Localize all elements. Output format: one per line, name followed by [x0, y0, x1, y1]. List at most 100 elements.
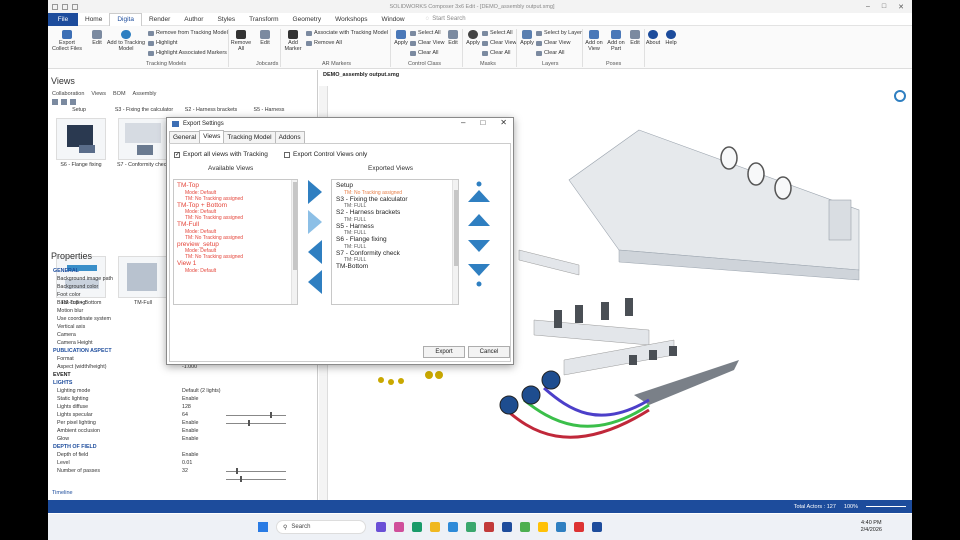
file-explorer-icon[interactable]: [430, 522, 440, 532]
select-by-layer-button[interactable]: Select by Layer: [536, 30, 582, 36]
checkbox-box[interactable]: [284, 151, 290, 158]
tab-home[interactable]: Home: [78, 13, 109, 26]
associate-tracking-button[interactable]: Associate with Tracking Model: [306, 30, 388, 36]
taskbar-search[interactable]: ⚲ Search: [276, 520, 366, 534]
start-search[interactable]: ◌ Start Search: [426, 16, 466, 22]
property-value[interactable]: Default (2 lights): [182, 388, 221, 394]
zoom-slider[interactable]: [866, 506, 906, 507]
move-bottom-dot[interactable]: [476, 281, 482, 287]
add-on-part-button[interactable]: Add on Part: [606, 30, 626, 52]
move-top-dot[interactable]: [476, 181, 482, 187]
available-scrollbar[interactable]: [291, 180, 297, 304]
available-view-item[interactable]: TM-Top: [177, 182, 294, 190]
slider-handle[interactable]: [248, 420, 250, 426]
property-value[interactable]: Enable: [182, 396, 199, 402]
skype-icon[interactable]: [556, 522, 566, 532]
scroll-thumb[interactable]: [293, 182, 297, 270]
property-slider[interactable]: [226, 476, 286, 482]
composer-player-icon[interactable]: [592, 522, 602, 532]
composer-icon[interactable]: [574, 522, 584, 532]
tab-transform[interactable]: Transform: [242, 13, 285, 26]
layers-apply-button[interactable]: Apply: [518, 30, 536, 46]
cc-clear-all-button[interactable]: Clear All: [410, 50, 438, 56]
export-collect-button[interactable]: Export Collect Files: [50, 30, 84, 52]
masks-clear-all-button[interactable]: Clear All: [482, 50, 510, 56]
minimize-icon[interactable]: –: [461, 118, 465, 127]
outlook-icon[interactable]: [448, 522, 458, 532]
property-section[interactable]: PUBLICATION ASPECT: [53, 348, 112, 354]
property-section[interactable]: GENERAL: [53, 268, 79, 274]
jobcards-edit-button[interactable]: Edit: [256, 30, 274, 46]
property-value[interactable]: Enable: [182, 428, 199, 434]
move-all-left-icon[interactable]: [308, 270, 322, 294]
exported-view-item[interactable]: S7 - Conformity check: [336, 250, 454, 258]
property-value[interactable]: Enable: [182, 436, 199, 442]
property-slider[interactable]: [226, 412, 286, 418]
word-icon[interactable]: [502, 522, 512, 532]
slider-handle[interactable]: [240, 476, 242, 482]
export-all-checkbox[interactable]: ✓ Export all views with Tracking: [174, 151, 268, 158]
move-down-icon[interactable]: [468, 240, 490, 252]
slider-handle[interactable]: [236, 468, 238, 474]
timeline-tab[interactable]: Timeline: [52, 490, 73, 496]
exported-view-item[interactable]: Setup: [336, 182, 454, 190]
view-thumbnail[interactable]: S5 - Harness: [247, 105, 291, 113]
move-top-icon[interactable]: [468, 190, 490, 202]
checkbox-box[interactable]: ✓: [174, 151, 180, 158]
layers-clear-view-button[interactable]: Clear View: [536, 40, 571, 46]
maximize-icon[interactable]: □: [480, 118, 485, 127]
tab-author[interactable]: Author: [177, 13, 210, 26]
tab-collaboration[interactable]: Collaboration: [52, 91, 84, 97]
available-view-item[interactable]: View 1: [177, 260, 294, 268]
tab-render[interactable]: Render: [142, 13, 177, 26]
tab-bom[interactable]: BOM: [113, 91, 126, 97]
move-bottom-icon[interactable]: [468, 264, 490, 276]
control-class-apply-button[interactable]: Apply: [392, 30, 410, 46]
cc-edit-button[interactable]: Edit: [446, 30, 460, 46]
tab-assembly[interactable]: Assembly: [133, 91, 157, 97]
property-value[interactable]: 0.01: [182, 460, 192, 466]
close-icon[interactable]: ✕: [500, 118, 507, 127]
edge-icon[interactable]: [412, 522, 422, 532]
property-value[interactable]: 32: [182, 468, 188, 474]
minimize-icon[interactable]: –: [866, 3, 870, 11]
jobcards-remove-all-button[interactable]: Remove All: [230, 30, 252, 52]
store-icon[interactable]: [466, 522, 476, 532]
scroll-thumb[interactable]: [454, 190, 458, 266]
exported-view-item[interactable]: TM-Bottom: [336, 263, 454, 271]
exported-views-list[interactable]: Setup TM: No Tracking assigned S3 - Fixing…: [331, 179, 459, 305]
quick-access-toolbar[interactable]: [52, 3, 78, 10]
masks-clear-view-button[interactable]: Clear View: [482, 40, 517, 46]
property-value[interactable]: 64: [182, 412, 188, 418]
poses-edit-button[interactable]: Edit: [628, 30, 642, 46]
tab-views[interactable]: Views: [199, 130, 225, 142]
cancel-button[interactable]: Cancel: [468, 346, 510, 358]
property-value[interactable]: Enable: [182, 420, 199, 426]
property-section[interactable]: LIGHTS: [53, 380, 72, 386]
masks-apply-button[interactable]: Apply: [464, 30, 482, 46]
undo-icon[interactable]: [62, 3, 68, 10]
view-thumbnail[interactable]: S6 - Flange fixing: [53, 118, 109, 168]
tab-views[interactable]: Views: [91, 91, 106, 97]
tab-window[interactable]: Window: [374, 13, 411, 26]
view-thumbnail[interactable]: TM-Full: [113, 256, 173, 306]
windows-start-icon[interactable]: [258, 522, 268, 532]
available-view-item[interactable]: TM-Full: [177, 221, 294, 229]
exported-view-item[interactable]: S5 - Harness: [336, 223, 454, 231]
clock[interactable]: 4:40 PM 2/4/2026: [861, 520, 882, 534]
cc-clear-view-button[interactable]: Clear View: [410, 40, 445, 46]
move-all-right-icon[interactable]: [308, 210, 322, 234]
chrome-icon[interactable]: [520, 522, 530, 532]
exported-view-item[interactable]: S6 - Flange fixing: [336, 236, 454, 244]
tab-general[interactable]: General: [169, 131, 201, 143]
tab-tracking-model[interactable]: Tracking Model: [223, 131, 276, 143]
slider-handle[interactable]: [270, 412, 272, 418]
tab-styles[interactable]: Styles: [210, 13, 242, 26]
add-on-view-button[interactable]: Add on View: [584, 30, 604, 52]
export-button[interactable]: Export: [423, 346, 465, 358]
layers-clear-all-button[interactable]: Clear All: [536, 50, 564, 56]
copilot-icon[interactable]: [394, 522, 404, 532]
ar-remove-all-button[interactable]: Remove All: [306, 40, 342, 46]
highlight-associated-button[interactable]: Highlight Associated Markers: [148, 50, 227, 56]
masks-select-all-button[interactable]: Select All: [482, 30, 513, 36]
